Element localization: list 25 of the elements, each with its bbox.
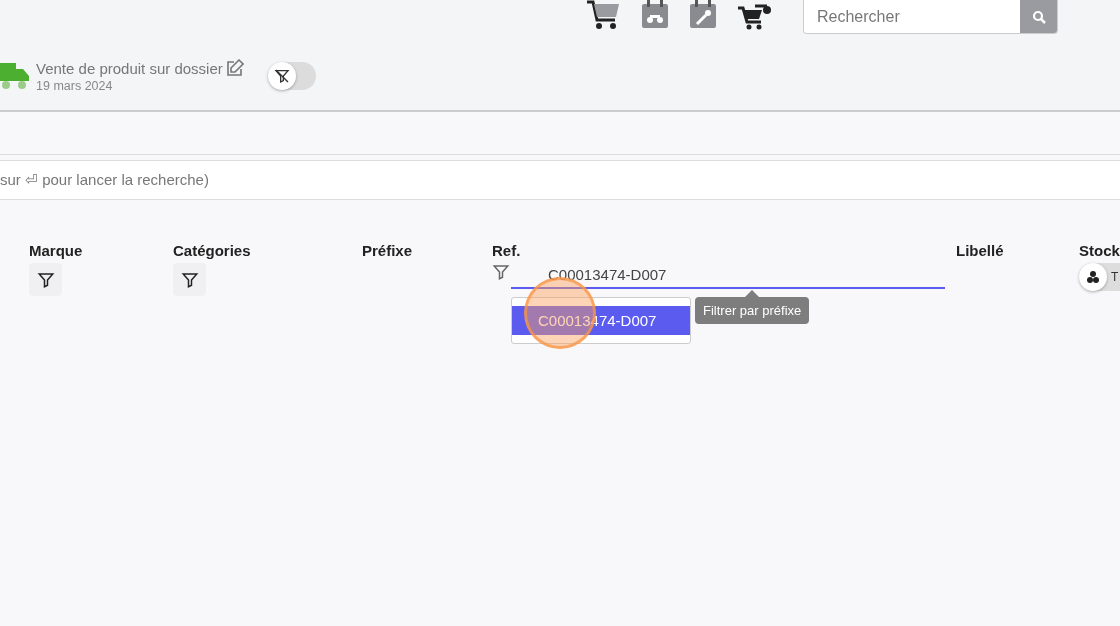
stock-toggle[interactable]: T bbox=[1079, 263, 1120, 291]
filter-toggle[interactable] bbox=[267, 62, 316, 90]
filter-button[interactable] bbox=[29, 263, 62, 296]
cart-icon[interactable] bbox=[585, 0, 621, 30]
boxes-icon bbox=[1086, 270, 1100, 284]
filter-icon bbox=[180, 270, 199, 289]
column-header: Marque bbox=[29, 242, 84, 259]
calendar-motorcycle-icon[interactable] bbox=[641, 0, 669, 28]
filter-icon bbox=[492, 263, 510, 281]
filter-button[interactable] bbox=[173, 263, 206, 296]
column-header: Stock bbox=[1079, 242, 1120, 259]
tooltip: Filtrer par préfixe bbox=[695, 297, 810, 324]
filter-off-icon bbox=[273, 68, 290, 84]
document-date: 19 mars 2024 bbox=[36, 79, 114, 93]
column-header: Ref. bbox=[492, 242, 522, 259]
column-header: Libellé bbox=[956, 242, 1005, 259]
column-header: Préfixe bbox=[362, 242, 414, 259]
column-header: Catégories bbox=[173, 242, 252, 259]
truck-icon bbox=[0, 61, 30, 91]
search-hint: sur ⏎ pour lancer la recherche) bbox=[0, 171, 209, 189]
document-title: Vente de produit sur dossier bbox=[36, 59, 223, 77]
filter-icon bbox=[36, 270, 55, 289]
ref-input[interactable]: C00013474-D007 bbox=[511, 264, 945, 289]
edit-icon[interactable] bbox=[225, 59, 244, 77]
calendar-wrench-icon[interactable] bbox=[689, 0, 717, 28]
